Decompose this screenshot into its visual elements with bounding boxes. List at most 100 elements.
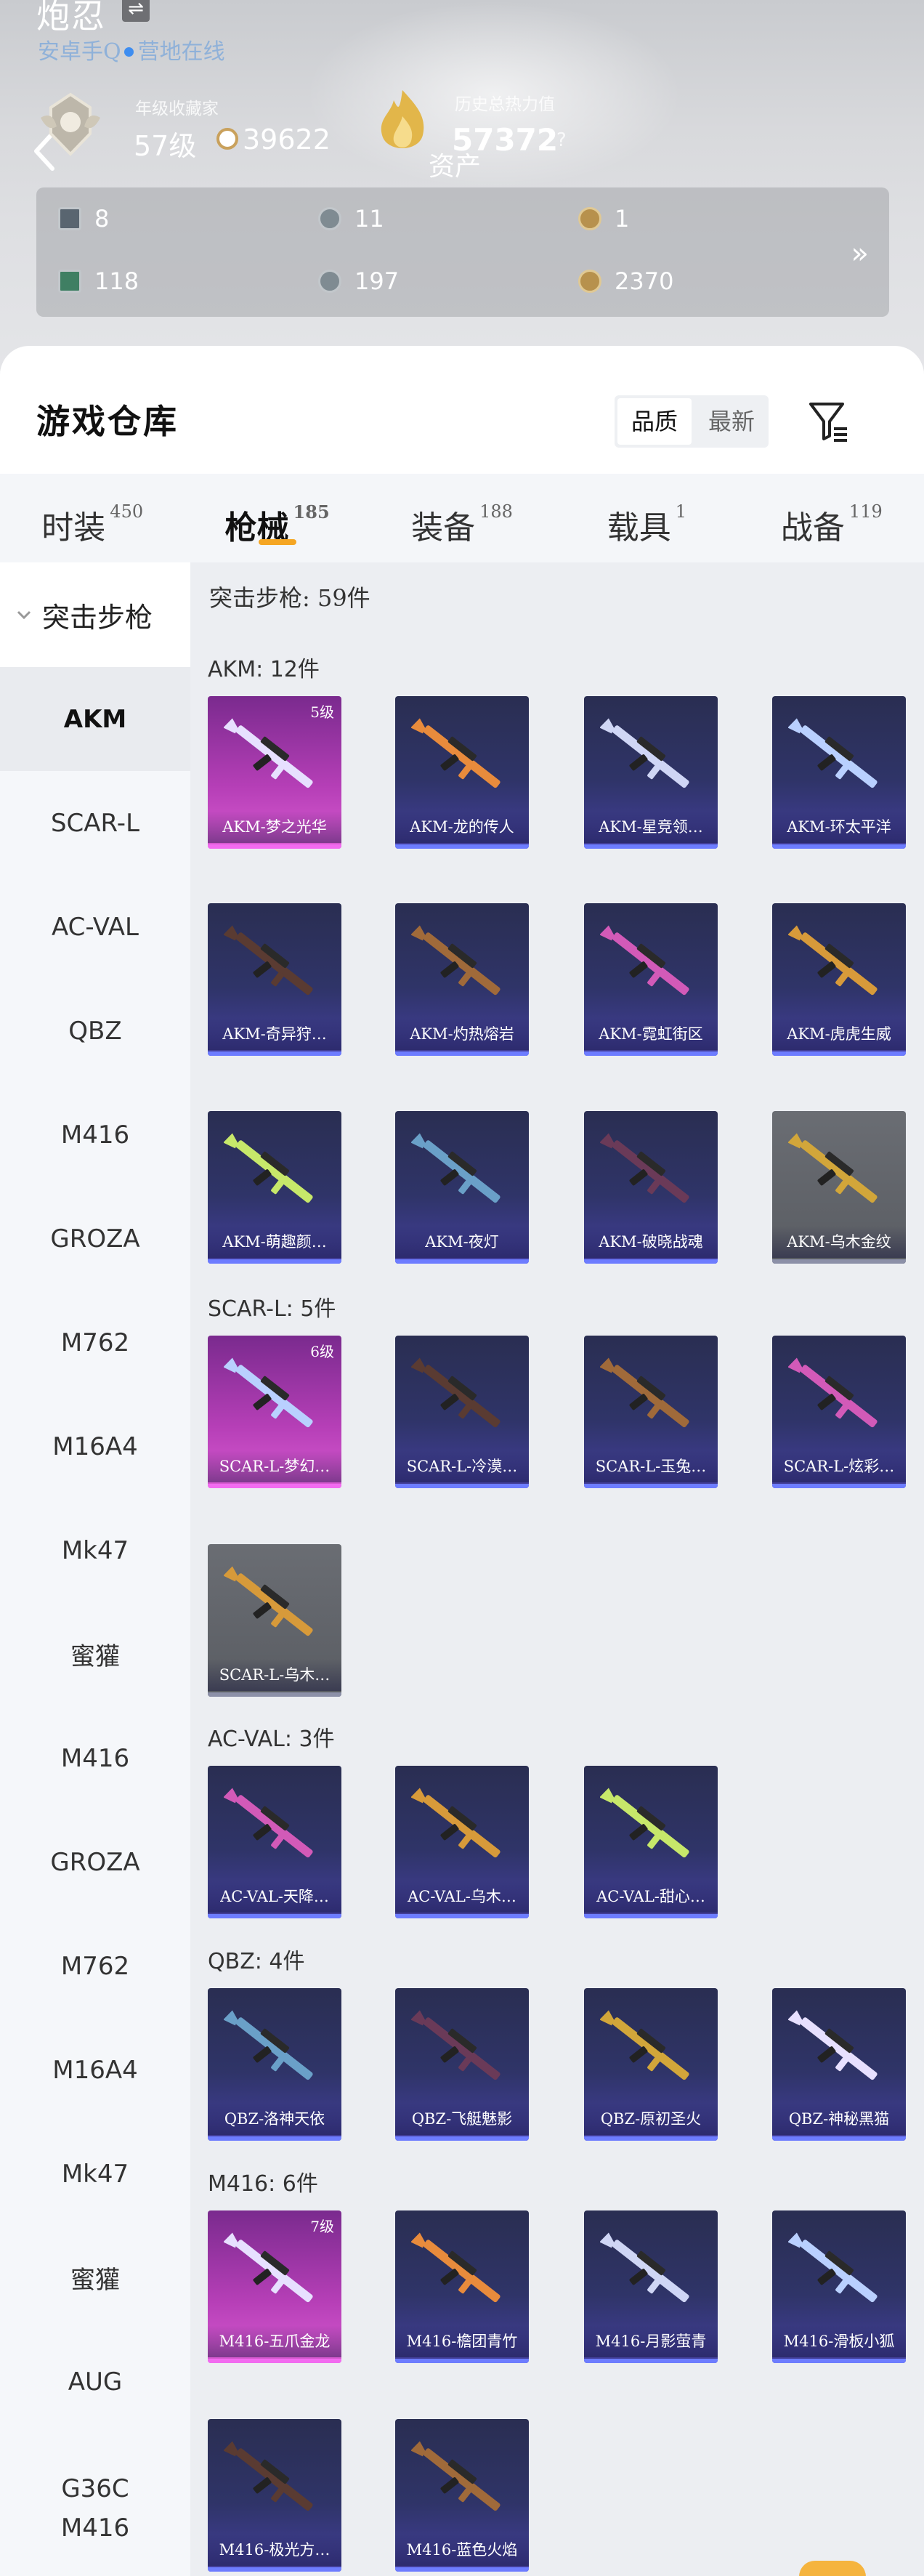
- weapon-card[interactable]: AKM-萌趣颜…: [208, 1111, 341, 1264]
- sidebar-item-g36c[interactable]: G36C: [0, 2434, 190, 2514]
- sidebar-item-honey-badger[interactable]: 蜜獾: [0, 1602, 190, 1706]
- sidebar-item-groza[interactable]: GROZA: [0, 1187, 190, 1291]
- sort-toggle: 品质 最新: [615, 395, 769, 448]
- weapon-card[interactable]: M416-极光方…: [208, 2419, 341, 2572]
- weapon-card[interactable]: 5级 AKM-梦之光华: [208, 696, 341, 849]
- tab-vehicles[interactable]: 载具 1: [554, 474, 739, 562]
- weapon-name: AKM-龙的传人: [395, 811, 529, 843]
- weapon-card[interactable]: AKM-虎虎生威: [772, 903, 906, 1056]
- rifle-icon: [224, 1566, 313, 1636]
- weapon-card[interactable]: AKM-破晓战魂: [584, 1111, 718, 1264]
- weapon-name: AKM-乌木金纹: [772, 1226, 906, 1258]
- sidebar-item-aug[interactable]: AUG: [0, 2330, 190, 2434]
- weapon-card[interactable]: M416-檐团青竹: [395, 2210, 529, 2363]
- weapon-card[interactable]: QBZ-神秘黑猫: [772, 1988, 906, 2141]
- sidebar-item-scar-l[interactable]: SCAR-L: [0, 771, 190, 875]
- stat-cards: 8: [58, 205, 109, 233]
- weapon-card[interactable]: AKM-灼热熔岩: [395, 903, 529, 1056]
- rifle-icon: [600, 1357, 689, 1428]
- sidebar-item-m16a4[interactable]: M16A4: [0, 1394, 190, 1498]
- tab-supplies[interactable]: 战备 119: [739, 474, 924, 562]
- sidebar-item-m16a4-2[interactable]: M16A4: [0, 2018, 190, 2122]
- sphere-icon: [318, 270, 341, 293]
- switch-account-icon[interactable]: ⇌: [122, 0, 150, 22]
- sidebar-item-ac-val[interactable]: AC-VAL: [0, 875, 190, 979]
- weapon-card[interactable]: QBZ-原初圣火: [584, 1988, 718, 2141]
- weapon-card[interactable]: 7级 M416-五爪金龙: [208, 2210, 341, 2363]
- rifle-icon: [600, 718, 689, 788]
- filter-icon[interactable]: [806, 398, 850, 445]
- weapon-card[interactable]: QBZ-飞艇魅影: [395, 1988, 529, 2141]
- sidebar-item-honey-badger-2[interactable]: 蜜獾: [0, 2226, 190, 2330]
- sidebar-item-m416-3[interactable]: M416: [0, 2514, 190, 2557]
- level-badge: 5级: [310, 703, 334, 721]
- float-button-icon[interactable]: [799, 2561, 866, 2576]
- sidebar-category[interactable]: 突击步枪: [0, 562, 190, 667]
- weapon-card[interactable]: M416-蓝色火焰: [395, 2419, 529, 2572]
- tab-count: 119: [848, 501, 883, 522]
- tab-outfits[interactable]: 时装 450: [0, 474, 185, 562]
- tab-label: 时装: [41, 509, 106, 546]
- sidebar-item-m416-2[interactable]: M416: [0, 1706, 190, 1810]
- weapon-name: AKM-萌趣颜…: [208, 1226, 341, 1258]
- rifle-icon: [224, 1788, 313, 1858]
- tab-label: 战备: [780, 509, 845, 546]
- help-icon[interactable]: ?: [556, 129, 567, 151]
- asset-stats-panel[interactable]: 8 11 1 118 197 2370 »: [36, 187, 889, 317]
- rifle-icon: [600, 2232, 689, 2303]
- weapon-sidebar: 突击步枪 AKM SCAR-L AC-VAL QBZ M416 GROZA M7…: [0, 562, 190, 2576]
- weapon-grid: 突击步枪: 59件 AKM: 12件 5级 AKM-梦之光华 AKM-龙的传人 AKM-…: [190, 562, 924, 2576]
- weapon-card[interactable]: AKM-夜灯: [395, 1111, 529, 1264]
- sidebar-item-mk47-2[interactable]: Mk47: [0, 2122, 190, 2226]
- stat-medals: 2370: [578, 267, 673, 295]
- weapon-card[interactable]: AKM-奇异狩…: [208, 903, 341, 1056]
- stat-value: 197: [354, 267, 400, 295]
- sidebar-item-m762[interactable]: M762: [0, 1291, 190, 1394]
- warehouse-title: 游戏仓库: [36, 402, 179, 441]
- stat-tickets: 118: [58, 267, 139, 295]
- weapon-card[interactable]: AC-VAL-天降…: [208, 1766, 341, 1918]
- weapon-card[interactable]: M416-滑板小狐: [772, 2210, 906, 2363]
- weapon-card[interactable]: SCAR-L-冷漠…: [395, 1336, 529, 1488]
- sidebar-item-m416[interactable]: M416: [0, 1083, 190, 1187]
- coin-value: 39622: [243, 124, 331, 156]
- sidebar-item-mk47[interactable]: Mk47: [0, 1498, 190, 1602]
- collector-emblem-icon: [41, 92, 100, 156]
- weapon-card[interactable]: QBZ-洛神天依: [208, 1988, 341, 2141]
- weapon-card[interactable]: AKM-霓虹街区: [584, 903, 718, 1056]
- tab-count: 450: [110, 501, 144, 522]
- tab-label: 装备: [411, 509, 476, 546]
- weapon-name: AKM-夜灯: [395, 1226, 529, 1258]
- weapon-card[interactable]: SCAR-L-玉兔…: [584, 1336, 718, 1488]
- sidebar-item-groza-2[interactable]: GROZA: [0, 1810, 190, 1914]
- weapon-name: AKM-梦之光华: [208, 811, 341, 843]
- weapon-card[interactable]: AKM-乌木金纹: [772, 1111, 906, 1264]
- weapon-card[interactable]: 6级 SCAR-L-梦幻…: [208, 1336, 341, 1488]
- sidebar-item-m762-2[interactable]: M762: [0, 1914, 190, 2018]
- tab-equipment[interactable]: 装备 188: [370, 474, 554, 562]
- stat-value: 11: [354, 205, 384, 233]
- chevron-down-icon: [17, 610, 31, 620]
- sort-newest-button[interactable]: 最新: [694, 395, 769, 448]
- sort-quality-button[interactable]: 品质: [617, 398, 692, 445]
- sidebar-item-qbz[interactable]: QBZ: [0, 979, 190, 1083]
- weapon-card[interactable]: AKM-星竞领…: [584, 696, 718, 849]
- rifle-icon: [788, 1357, 878, 1428]
- tab-guns[interactable]: 枪械 185: [185, 474, 369, 562]
- weapon-card[interactable]: AC-VAL-甜心…: [584, 1766, 718, 1918]
- power-emblem-icon: [381, 90, 424, 148]
- weapon-card[interactable]: AC-VAL-乌木…: [395, 1766, 529, 1918]
- weapon-name: QBZ-洛神天依: [208, 2103, 341, 2135]
- sidebar-item-akm[interactable]: AKM: [0, 667, 190, 771]
- weapon-card[interactable]: AKM-龙的传人: [395, 696, 529, 849]
- weapon-card[interactable]: M416-月影萤青: [584, 2210, 718, 2363]
- rifle-icon: [600, 1133, 689, 1203]
- weapon-card[interactable]: SCAR-L-乌木…: [208, 1544, 341, 1697]
- stats-more-icon[interactable]: »: [851, 237, 869, 270]
- weapon-card[interactable]: SCAR-L-炫彩…: [772, 1336, 906, 1488]
- group-title: QBZ: 4件: [208, 1949, 305, 1974]
- weapon-card[interactable]: AKM-环太平洋: [772, 696, 906, 849]
- collector-label: 年级收藏家: [135, 100, 219, 118]
- rifle-icon: [411, 1357, 500, 1428]
- rifle-icon: [411, 718, 500, 788]
